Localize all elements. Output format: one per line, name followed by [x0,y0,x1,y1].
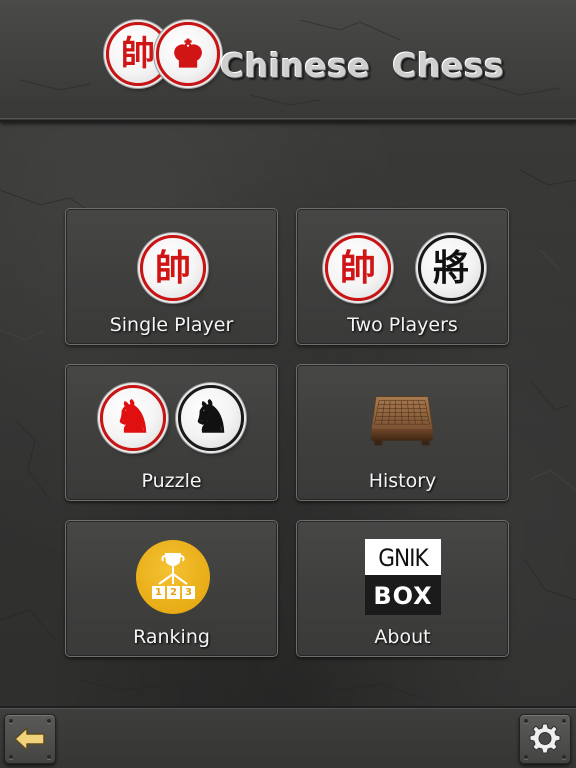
trophy-icon [152,553,195,599]
header-bar: 帥 ♚ Chinese Chess [0,0,576,122]
two-players-label: Two Players [347,314,458,336]
two-players-button[interactable]: 帥 將 Two Players [296,208,509,345]
logo-piece-glyph-1: 帥 [121,34,155,74]
header-divider [0,118,576,119]
trophy-podium-icon: 1 2 3 [136,540,210,614]
single-player-piece-glyph: 帥 [154,247,191,289]
board-icon [370,396,434,446]
back-button[interactable] [4,714,56,764]
logo-top-text: GNIK [365,539,441,575]
jiang-piece-icon: 將 [418,235,484,301]
ranking-label: Ranking [133,626,210,648]
screw [524,755,528,759]
logo-piece-glyph-2: ♚ [170,31,206,76]
podium-number-2: 2 [170,587,177,598]
single-player-label: Single Player [109,314,234,336]
screw [562,755,566,759]
about-button[interactable]: GNIK BOX About [296,520,509,657]
gear-icon [529,723,561,754]
screw [47,719,51,723]
podium-number-1: 1 [155,587,162,598]
king-piece-icon: ♚ [156,22,220,86]
puzzle-red-glyph: ♞ [113,392,153,443]
ranking-button[interactable]: 1 2 3 Ranking [65,520,278,657]
settings-button[interactable] [519,714,571,764]
podium-number-3: 3 [185,587,192,598]
screw [9,719,13,723]
about-label: About [374,626,431,648]
screw [47,755,51,759]
screw [562,719,566,723]
black-horse-piece-icon: ♞ [178,385,244,451]
two-players-black-glyph: 將 [432,247,469,289]
shuai-piece-icon: 帥 [325,235,391,301]
back-arrow-icon [14,727,45,751]
screw [524,719,528,723]
screw [9,755,13,759]
logo-bottom-text: BOX [373,582,433,610]
red-horse-piece-icon: ♞ [100,385,166,451]
puzzle-button[interactable]: ♞ ♞ Puzzle [65,364,278,501]
shuai-piece-icon: 帥 [140,235,206,301]
history-button[interactable]: History [296,364,509,501]
puzzle-label: Puzzle [141,470,202,492]
footer-bar [0,706,576,768]
two-players-red-glyph: 帥 [339,247,376,289]
history-label: History [368,470,437,492]
puzzle-black-glyph: ♞ [191,392,231,443]
app-title: Chinese Chess [220,46,505,85]
gnikbox-logo: GNIK BOX [365,539,441,615]
single-player-button[interactable]: 帥 Single Player [65,208,278,345]
